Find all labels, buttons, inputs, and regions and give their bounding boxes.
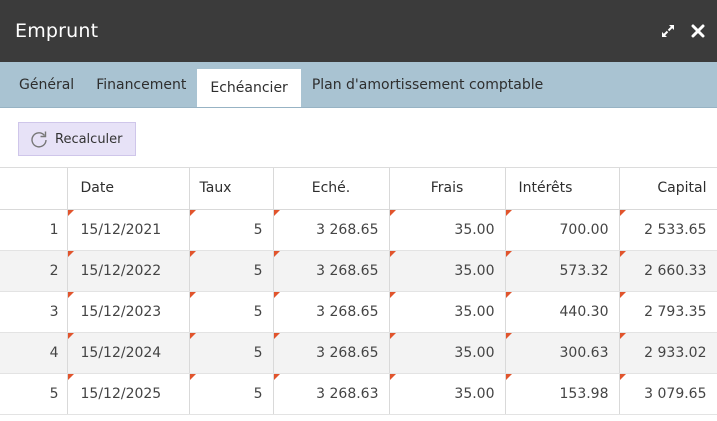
cell-frais[interactable]: 35.00 — [389, 209, 506, 251]
cell-interets[interactable]: 300.63 — [505, 332, 620, 374]
table-row: 4 15/12/2024 5 3 268.65 35.00 300.63 2 9… — [0, 332, 717, 374]
cell-taux[interactable]: 5 — [189, 332, 274, 374]
cell-frais[interactable]: 35.00 — [389, 373, 506, 415]
cell-capital[interactable]: 2 793.35 — [619, 291, 717, 333]
recalculate-label: Recalculer — [55, 131, 123, 147]
cell-interets[interactable]: 153.98 — [505, 373, 620, 415]
col-header-interets[interactable]: Intérêts — [505, 168, 620, 210]
cell-capital[interactable]: 2 533.65 — [619, 209, 717, 251]
cell-echeance[interactable]: 3 268.65 — [273, 250, 390, 292]
table-row: 3 15/12/2023 5 3 268.65 35.00 440.30 2 7… — [0, 291, 717, 333]
expand-icon[interactable] — [659, 22, 677, 40]
table-row: 5 15/12/2025 5 3 268.63 35.00 153.98 3 0… — [0, 373, 717, 415]
emprunt-window: Emprunt Général Financement Echéancier P… — [0, 0, 717, 421]
window-actions — [659, 22, 707, 40]
cell-frais[interactable]: 35.00 — [389, 291, 506, 333]
schedule-table: Date Taux Eché. Frais Intérêts Capital 1… — [0, 168, 717, 415]
tab-financement[interactable]: Financement — [85, 62, 197, 107]
cell-frais[interactable]: 35.00 — [389, 332, 506, 374]
row-number: 3 — [0, 291, 68, 333]
row-number: 2 — [0, 250, 68, 292]
cell-taux[interactable]: 5 — [189, 250, 274, 292]
cell-interets[interactable]: 700.00 — [505, 209, 620, 251]
cell-echeance[interactable]: 3 268.65 — [273, 291, 390, 333]
col-header-taux[interactable]: Taux — [189, 168, 274, 210]
cell-taux[interactable]: 5 — [189, 209, 274, 251]
col-header-capital[interactable]: Capital — [619, 168, 717, 210]
close-icon[interactable] — [689, 22, 707, 40]
table-header-row: Date Taux Eché. Frais Intérêts Capital — [0, 168, 717, 210]
tab-plan-amortissement[interactable]: Plan d'amortissement comptable — [301, 62, 554, 107]
cell-echeance[interactable]: 3 268.63 — [273, 373, 390, 415]
table-row: 1 15/12/2021 5 3 268.65 35.00 700.00 2 5… — [0, 209, 717, 251]
col-header-frais[interactable]: Frais — [389, 168, 506, 210]
cell-capital[interactable]: 3 079.65 — [619, 373, 717, 415]
cell-date[interactable]: 15/12/2023 — [67, 291, 190, 333]
row-number: 4 — [0, 332, 68, 374]
cell-capital[interactable]: 2 660.33 — [619, 250, 717, 292]
cell-date[interactable]: 15/12/2021 — [67, 209, 190, 251]
cell-capital[interactable]: 2 933.02 — [619, 332, 717, 374]
tab-bar: Général Financement Echéancier Plan d'am… — [0, 62, 717, 108]
cell-interets[interactable]: 573.32 — [505, 250, 620, 292]
refresh-icon — [29, 129, 49, 149]
cell-echeance[interactable]: 3 268.65 — [273, 209, 390, 251]
cell-date[interactable]: 15/12/2024 — [67, 332, 190, 374]
tab-echeancier[interactable]: Echéancier — [197, 69, 301, 107]
col-header-row-number — [0, 168, 68, 210]
toolbar: Recalculer — [0, 108, 717, 168]
window-title: Emprunt — [15, 20, 99, 42]
row-number: 1 — [0, 209, 68, 251]
row-number: 5 — [0, 373, 68, 415]
col-header-echeance[interactable]: Eché. — [273, 168, 390, 210]
tab-general[interactable]: Général — [8, 62, 85, 107]
cell-echeance[interactable]: 3 268.65 — [273, 332, 390, 374]
recalculate-button[interactable]: Recalculer — [18, 122, 136, 156]
cell-date[interactable]: 15/12/2025 — [67, 373, 190, 415]
cell-frais[interactable]: 35.00 — [389, 250, 506, 292]
titlebar: Emprunt — [0, 0, 717, 62]
cell-taux[interactable]: 5 — [189, 291, 274, 333]
cell-date[interactable]: 15/12/2022 — [67, 250, 190, 292]
col-header-date[interactable]: Date — [67, 168, 190, 210]
cell-taux[interactable]: 5 — [189, 373, 274, 415]
cell-interets[interactable]: 440.30 — [505, 291, 620, 333]
table-row: 2 15/12/2022 5 3 268.65 35.00 573.32 2 6… — [0, 250, 717, 292]
